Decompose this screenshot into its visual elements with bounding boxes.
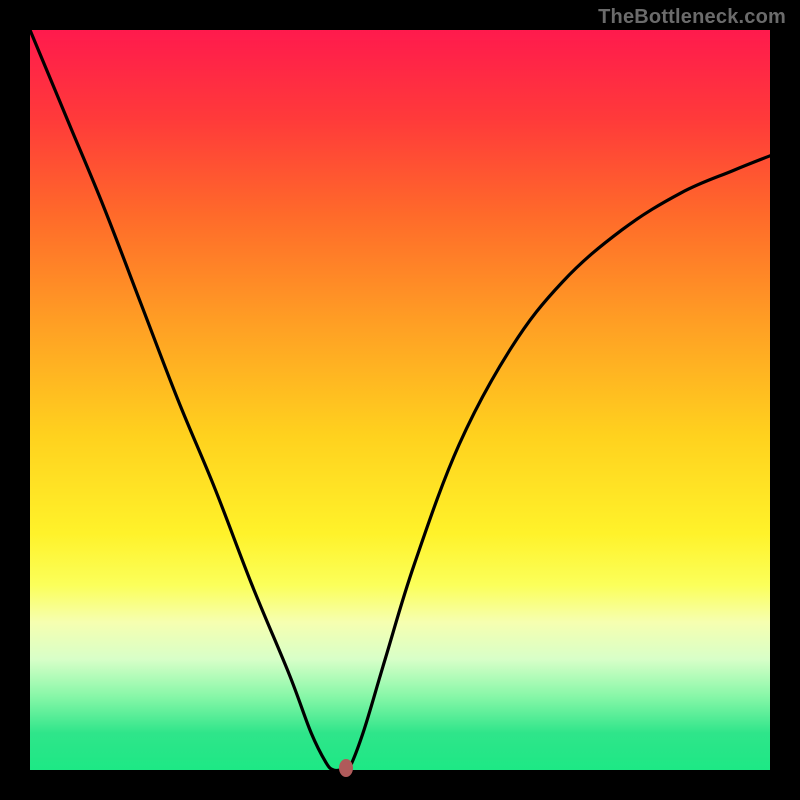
optimum-marker bbox=[339, 759, 353, 777]
watermark-text: TheBottleneck.com bbox=[598, 6, 786, 29]
curve-path bbox=[30, 30, 770, 773]
bottleneck-curve bbox=[30, 30, 770, 770]
chart-frame: TheBottleneck.com bbox=[0, 0, 800, 800]
plot-area bbox=[30, 30, 770, 770]
